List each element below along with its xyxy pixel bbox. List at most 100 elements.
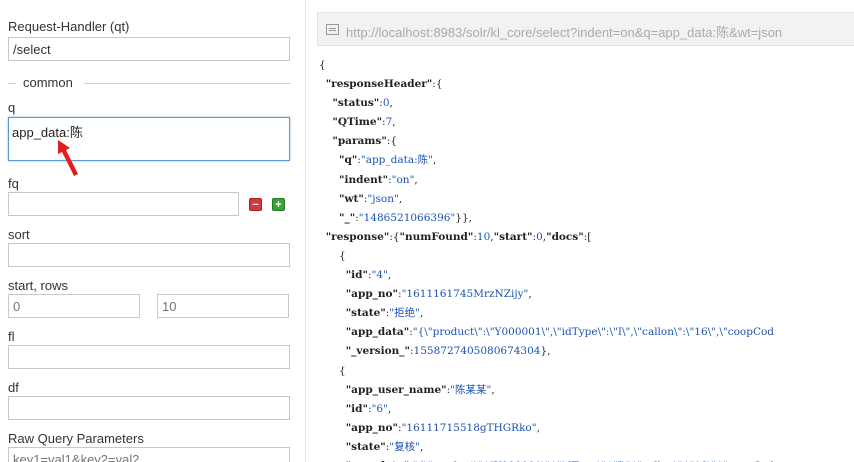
df-label: df [8, 380, 19, 395]
request-handler-label: Request-Handler (qt) [8, 19, 130, 34]
json-string: "复核" [389, 440, 420, 453]
q-input[interactable]: app_data:陈 [8, 117, 290, 161]
json-key: "id" [345, 402, 368, 415]
json-string: "6" [371, 402, 388, 415]
json-punct: , [433, 154, 437, 167]
raw-query-input[interactable] [8, 447, 290, 462]
json-line: { [319, 59, 326, 71]
json-punct [319, 212, 339, 224]
json-line: "q":"app_data:陈", [319, 154, 436, 166]
fq-input[interactable] [8, 192, 239, 216]
json-key: "state" [345, 307, 386, 320]
json-punct [319, 97, 332, 109]
json-key: "app_user_name" [345, 383, 447, 396]
fl-label: fl [8, 329, 15, 344]
json-punct [319, 441, 346, 453]
json-punct [319, 193, 339, 205]
request-url-bar: http://localhost:8983/solr/kl_core/selec… [317, 12, 854, 46]
document-icon [326, 24, 339, 35]
start-rows-label: start, rows [8, 278, 68, 293]
add-fq-button[interactable]: + [272, 198, 285, 211]
json-punct: { [319, 249, 346, 262]
json-line: "_":"1486521066396"}}, [319, 212, 472, 224]
json-punct: , [528, 288, 532, 301]
json-key: "app_no" [345, 288, 399, 301]
json-line: "id":"4", [319, 269, 392, 281]
rows-input[interactable] [157, 294, 289, 318]
json-punct [319, 403, 346, 415]
json-line: { [319, 250, 346, 262]
request-url-link[interactable]: http://localhost:8983/solr/kl_core/selec… [346, 22, 782, 41]
common-section-legend: common [8, 75, 290, 91]
result-panel: http://localhost:8983/solr/kl_core/selec… [305, 0, 854, 462]
json-punct: :[ [583, 230, 592, 243]
json-string: "1486521066396" [358, 211, 456, 224]
json-punct: , [419, 440, 424, 453]
json-punct: { [319, 59, 326, 71]
json-line: "QTime":7, [319, 116, 396, 129]
json-key: "response" [325, 230, 390, 243]
q-label: q [8, 100, 16, 115]
json-response: { "responseHeader":{ "status":0, "QTime"… [319, 56, 774, 462]
json-line: "response":{"numFound":10,"start":0,"doc… [319, 230, 592, 243]
legend-divider [84, 83, 290, 84]
json-punct [319, 422, 346, 434]
json-key: "app_data" [345, 326, 410, 339]
fl-input[interactable] [8, 345, 290, 369]
json-punct: { [319, 364, 346, 377]
panel-divider [305, 0, 306, 462]
json-punct: , [419, 307, 424, 320]
df-input[interactable] [8, 396, 290, 420]
json-line: "status":0, [319, 97, 392, 110]
json-line: "app_user_name":"陈某某", [319, 384, 495, 396]
json-key: "docs" [546, 230, 584, 243]
json-punct [319, 345, 346, 357]
json-punct: :{ [432, 78, 443, 91]
raw-query-label: Raw Query Parameters [8, 431, 144, 446]
legend-divider [8, 83, 16, 84]
json-line: "app_no":"16111715518gTHGRko", [319, 422, 540, 434]
start-input[interactable] [8, 294, 140, 318]
json-line: "state":"拒绝", [319, 307, 424, 320]
json-line: "app_no":"1611161745MrzNZijy", [319, 288, 532, 300]
json-number: 10 [476, 230, 491, 243]
json-string: "json" [367, 192, 399, 205]
json-punct: }}, [455, 211, 472, 224]
json-punct [319, 154, 339, 166]
json-key: "indent" [339, 173, 389, 186]
json-punct: :{ [389, 230, 400, 243]
json-key: "status" [332, 97, 380, 110]
json-key: "state" [345, 440, 386, 453]
request-handler-input[interactable] [8, 37, 290, 61]
fq-label: fq [8, 176, 19, 191]
json-punct: , [392, 116, 396, 129]
json-punct [319, 135, 332, 147]
json-string: "{\"product\":\"Y000001\",\"idType\":\"I… [412, 326, 775, 339]
json-punct [319, 384, 346, 396]
json-key: "responseHeader" [325, 78, 433, 91]
json-key: "_" [339, 211, 356, 224]
json-line: "app_data":"{\"product\":\"Y000001\",\"i… [319, 326, 774, 338]
json-key: "QTime" [332, 116, 383, 129]
json-line: "wt":"json", [319, 193, 402, 205]
json-number: 0 [382, 97, 390, 110]
json-string: "拒绝" [389, 307, 420, 320]
json-punct: }, [540, 345, 551, 358]
json-punct [319, 307, 346, 319]
remove-fq-button[interactable]: − [249, 198, 262, 211]
json-string: "app_data:陈" [360, 154, 433, 167]
json-key: "wt" [339, 192, 364, 205]
json-punct: , [414, 173, 418, 186]
json-punct: , [491, 383, 495, 396]
sort-input[interactable] [8, 243, 290, 267]
json-punct [319, 174, 339, 186]
json-string: "on" [391, 173, 415, 186]
json-line: "_version_":1558727405080674304}, [319, 345, 551, 357]
json-number: 1558727405080674304 [413, 345, 541, 358]
json-string: "1611161745MrzNZijy" [401, 288, 529, 301]
common-legend-text: common [23, 75, 73, 90]
json-line: "responseHeader":{ [319, 78, 443, 90]
json-punct: , [536, 421, 540, 434]
json-key: "numFound" [399, 230, 474, 243]
json-punct [319, 231, 326, 243]
